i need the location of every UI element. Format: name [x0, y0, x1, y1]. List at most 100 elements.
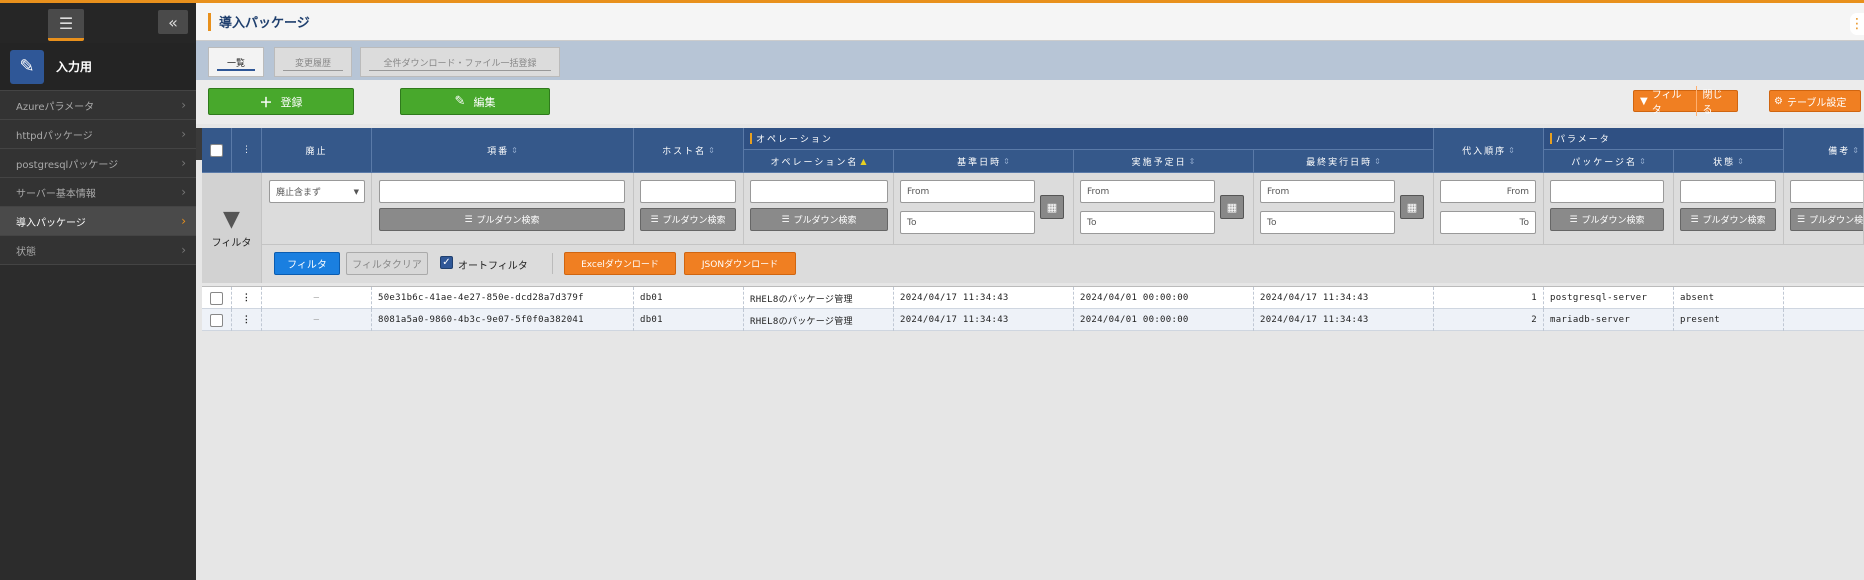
edit-button[interactable]: ✎ 編集 [400, 88, 550, 115]
col-package-name[interactable]: パッケージ名 ⇕ [1544, 150, 1674, 173]
sidebar-item-packages[interactable]: 導入パッケージ › [0, 207, 196, 236]
row-checkbox[interactable] [210, 291, 223, 305]
auto-filter-label: オートフィルタ [458, 261, 528, 272]
row-checkbox[interactable] [210, 313, 223, 327]
sidebar-item-azure[interactable]: Azureパラメータ › [0, 91, 196, 120]
list-icon: ☰ [464, 214, 473, 225]
col-label: オペレーション名 [770, 157, 859, 168]
base-from-input[interactable]: From [900, 180, 1035, 203]
from-placeholder: From [1506, 186, 1529, 197]
chevron-right-icon: › [181, 156, 186, 170]
calendar-icon[interactable]: ▦ [1400, 195, 1424, 219]
menu-group-label: 入力用 [56, 60, 93, 74]
tab-bulk-download[interactable]: 全件ダウンロード・ファイル一括登録 [360, 47, 560, 77]
filter-toggle-label: フィルタ [1651, 90, 1682, 116]
host-pulldown-button[interactable]: ☰ プルダウン検索 [640, 208, 736, 231]
operation-cell: RHEL8のパッケージ管理 [744, 287, 894, 309]
col-last-exec[interactable]: 最終実行日時 ⇕ [1254, 150, 1434, 173]
notepad-icon: ✎ [10, 49, 44, 84]
last-exec-cell: 2024/04/17 11:34:43 [1254, 287, 1434, 309]
col-remarks[interactable]: 備考 ⇕ [1784, 128, 1864, 173]
col-item-no[interactable]: 項番 ⇕ [372, 128, 634, 173]
auto-filter-checkbox[interactable]: ✓ [440, 256, 453, 269]
select-all-header [202, 128, 232, 173]
operation-pulldown-button[interactable]: ☰ プルダウン検索 [750, 208, 888, 231]
package-filter-input[interactable] [1550, 180, 1664, 203]
tab-list[interactable]: 一覧 [208, 47, 264, 77]
from-placeholder: From [1267, 186, 1290, 197]
state-filter-cell: ☰ プルダウン検索 [1674, 173, 1784, 244]
sidebar-tabs: ▦ ☰ « [0, 3, 1672, 160]
sort-icon: ⇕ [1003, 156, 1010, 166]
sidebar-item-state[interactable]: 状態 › [0, 236, 196, 265]
col-group-parameter: パラメータ [1544, 128, 1784, 150]
apply-filter-label: フィルタ [287, 260, 327, 271]
table-row[interactable]: ⋮ — 50e31b6c-41ae-4e27-850e-dcd28a7d379f… [202, 287, 1864, 309]
col-order[interactable]: 代入順序 ⇕ [1434, 128, 1544, 173]
row-menu-header: ⋮ [232, 128, 262, 173]
table-row[interactable]: ⋮ — 8081a5a0-9860-4b3c-9e07-5f0f0a382041… [202, 309, 1864, 331]
last-to-input[interactable]: To [1260, 211, 1395, 234]
pulldown-label: プルダウン検索 [1702, 216, 1766, 226]
kebab-menu-icon[interactable]: ⋮ [1850, 13, 1864, 35]
clear-filter-button[interactable]: フィルタクリア [346, 252, 428, 275]
sort-icon: ⇕ [1188, 156, 1196, 166]
sidebar-item-label: サーバー基本情報 [16, 188, 96, 200]
base-to-input[interactable]: To [900, 211, 1035, 234]
col-base-datetime[interactable]: 基準日時 ⇕ [894, 150, 1074, 173]
state-pulldown-button[interactable]: ☰ プルダウン検索 [1680, 208, 1776, 231]
scheduled-from-input[interactable]: From [1080, 180, 1215, 203]
pulldown-label: プルダウン検索 [1809, 216, 1864, 226]
table-settings-button[interactable]: ⚙ テーブル設定 [1769, 90, 1861, 112]
state-cell: present [1674, 309, 1784, 331]
toolbar: ＋ 登録 ✎ 編集 ▼ フィルタ 閉じる ⚙ テーブル設定 [196, 80, 1864, 124]
pulldown-label: プルダウン検索 [793, 216, 857, 226]
tab-strip: 一覧 変更履歴 全件ダウンロード・ファイル一括登録 [196, 41, 1864, 80]
sidebar-item-httpd[interactable]: httpdパッケージ › [0, 120, 196, 149]
calendar-icon[interactable]: ▦ [1220, 195, 1244, 219]
col-label: 廃止 [305, 146, 328, 157]
col-host[interactable]: ホスト名 ⇕ [634, 128, 744, 173]
row-menu-icon[interactable]: ⋮ [232, 309, 262, 331]
filter-toggle-button[interactable]: ▼ フィルタ 閉じる [1633, 86, 1738, 116]
order-filter-cell: From To [1434, 173, 1544, 244]
last-from-input[interactable]: From [1260, 180, 1395, 203]
from-placeholder: From [1087, 186, 1110, 197]
excel-download-button[interactable]: Excelダウンロード [564, 252, 676, 275]
order-to-input[interactable]: To [1440, 211, 1536, 234]
host-filter-input[interactable] [640, 180, 736, 203]
sidebar-item-server-info[interactable]: サーバー基本情報 › [0, 178, 196, 207]
sidebar-item-postgresql[interactable]: postgresqlパッケージ › [0, 149, 196, 178]
col-discard[interactable]: 廃止 [262, 128, 372, 173]
json-download-button[interactable]: JSONダウンロード [684, 252, 796, 275]
select-all-checkbox[interactable] [210, 143, 223, 157]
apply-filter-button[interactable]: フィルタ [274, 252, 340, 275]
tab-history[interactable]: 変更履歴 [274, 47, 352, 77]
row-menu-icon[interactable]: ⋮ [232, 287, 262, 309]
scheduled-to-input[interactable]: To [1080, 211, 1215, 234]
operation-filter-input[interactable] [750, 180, 888, 203]
register-button[interactable]: ＋ 登録 [208, 88, 354, 115]
funnel-icon: ▼ [223, 207, 240, 232]
item-no-filter-input[interactable] [379, 180, 625, 203]
state-filter-input[interactable] [1680, 180, 1776, 203]
col-scheduled-date[interactable]: 実施予定日 ⇕ [1074, 150, 1254, 173]
remarks-filter-input[interactable] [1790, 180, 1863, 203]
order-from-input[interactable]: From [1440, 180, 1536, 203]
discard-select[interactable]: 廃止含まず ▼ [269, 180, 365, 203]
col-label: 実施予定日 [1131, 157, 1187, 168]
col-state[interactable]: 状態 ⇕ [1674, 150, 1784, 173]
remarks-pulldown-button[interactable]: ☰プルダウン検索 [1790, 208, 1864, 231]
base-datetime-cell: 2024/04/17 11:34:43 [894, 309, 1074, 331]
list-view-icon[interactable]: ☰ [48, 9, 84, 41]
collapse-sidebar-icon[interactable]: « [158, 10, 188, 34]
calendar-icon[interactable]: ▦ [1040, 195, 1064, 219]
filter-action-bar: フィルタ フィルタクリア ✓ オートフィルタ Excelダウンロード JSONダ… [262, 244, 1864, 283]
menu-group-header[interactable]: ✎ 入力用 [0, 43, 196, 91]
col-operation-name[interactable]: オペレーション名 ▲ [744, 150, 894, 173]
row-checkbox-cell [202, 287, 232, 309]
scheduled-cell: 2024/04/01 00:00:00 [1074, 309, 1254, 331]
package-pulldown-button[interactable]: ☰ プルダウン検索 [1550, 208, 1664, 231]
discard-cell: — [262, 309, 372, 331]
item-no-pulldown-button[interactable]: ☰ プルダウン検索 [379, 208, 625, 231]
